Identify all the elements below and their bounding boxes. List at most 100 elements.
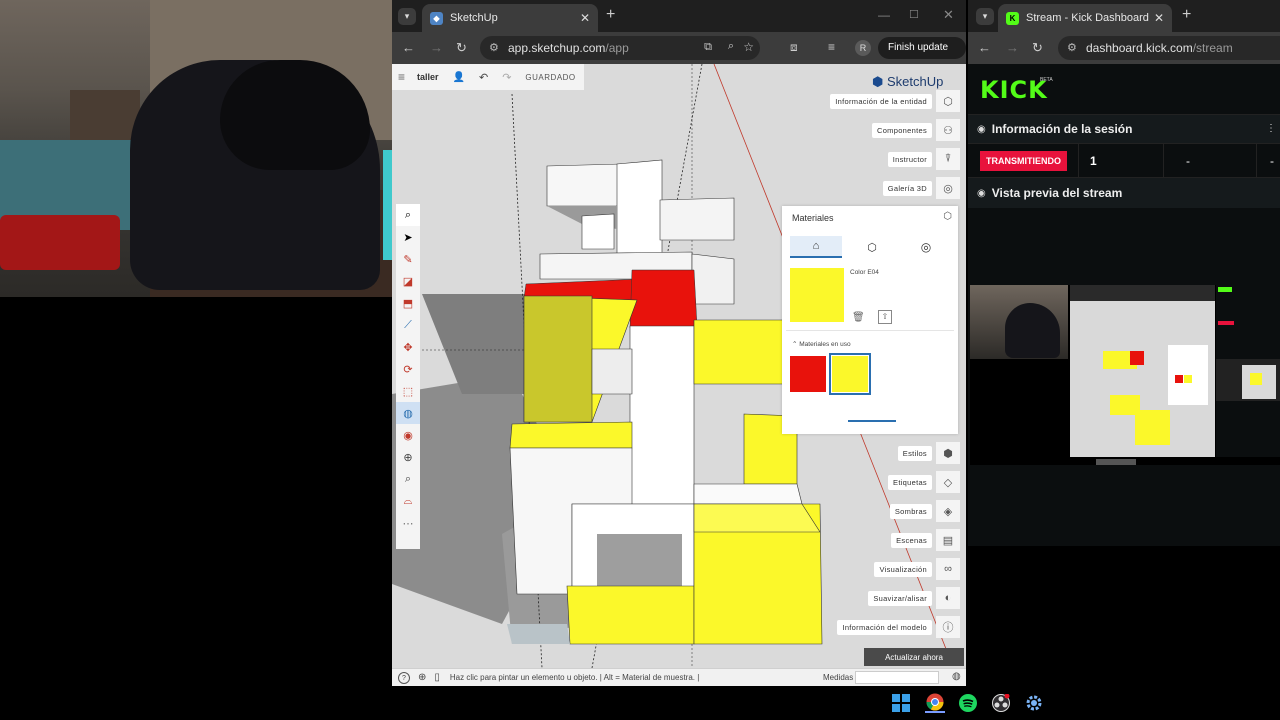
push-pull-tool-icon[interactable]: ⬒ [396,292,420,314]
taskbar [0,686,1280,720]
sketchup-logo-icon: ⬢ [872,74,884,89]
window-close-icon[interactable]: ✕ [943,7,954,23]
tab-kick-dashboard[interactable]: K Stream - Kick Dashboard ✕ [998,4,1172,32]
globe-icon[interactable]: ⊕ [418,672,426,683]
panel-soften[interactable]: Suavizar/alisar ◐ [868,587,960,609]
panel-model-info[interactable]: Información del modelo ⓘ [837,616,960,638]
tab-bar: ▾ ◆ SketchUp ✕ + — ☐ ✕ [392,0,966,32]
search-tool-icon[interactable]: ⌕ [396,204,420,226]
kick-back-icon[interactable]: ← [978,40,991,55]
kick-favicon-icon: K [1006,11,1019,25]
minimize-icon[interactable]: — [878,8,890,22]
new-tab-icon[interactable]: + [606,6,615,24]
panel-styles[interactable]: Estilos ⬢ [897,442,960,464]
tab-title: SketchUp [450,12,498,24]
in-model-tab-icon[interactable]: ⌂ [790,236,842,258]
preview-icon: ◉ [977,187,986,199]
panel-components[interactable]: Componentes ⚇ [872,119,960,141]
material-swatch[interactable] [829,353,871,395]
materials-in-use-header[interactable]: ⌃ Materiales en uso [792,340,851,348]
delete-icon[interactable]: 🗑 [852,312,865,323]
profile-avatar[interactable]: R [855,40,871,56]
kick-logo[interactable]: KICK [980,76,1048,104]
undo-icon[interactable]: ↶ [479,71,488,84]
warehouse-icon: ◎ [936,177,960,199]
stream-preview-video[interactable] [970,285,1280,465]
browse-tab-icon[interactable]: ⬡ [846,236,898,258]
desktop: ▾ ◆ SketchUp ✕ + — ☐ ✕ ← → ↻ ⚙ app.sketc… [0,0,1280,720]
help-icon[interactable]: ? [398,671,410,684]
settings-icon[interactable] [1024,693,1044,713]
more-tools-icon[interactable]: ⋯ [396,512,420,534]
zoom-tool-icon[interactable]: ⌕ [396,468,420,490]
install-app-icon[interactable]: ⧉ [704,41,712,54]
extensions-icon[interactable]: ⧈ [790,40,798,55]
close-kick-tab-icon[interactable]: ✕ [1154,11,1164,25]
live-badge: TRANSMITIENDO [980,150,1067,171]
paint-bucket-icon[interactable]: ◍ [396,402,420,424]
rotate-tool-icon[interactable]: ⟳ [396,358,420,380]
tab-sketchup[interactable]: ◆ SketchUp ✕ [422,4,598,32]
stat-three: - [1270,154,1274,168]
sketchup-viewport[interactable]: ≡ taller 👤 ↶ ↷ GUARDADO ⬢ SketchUp ⌕ ➤ ✎… [392,64,966,668]
menu-icon[interactable]: ≡ [398,70,405,84]
kick-address-bar[interactable]: ⚙ dashboard.kick.com/stream [1058,36,1280,60]
sketchup-logo-text: SketchUp [886,74,944,89]
material-swatch[interactable] [790,356,826,392]
panel-label: Escenas [891,532,932,548]
orbit-tool-icon[interactable]: ⊕ [396,446,420,468]
close-tab-icon[interactable]: ✕ [580,11,590,25]
select-tool-icon[interactable]: ➤ [396,226,420,248]
forward-icon[interactable]: → [430,40,443,55]
chrome-icon[interactable] [925,693,945,713]
share-user-icon[interactable]: 👤 [453,72,465,83]
scale-tool-icon[interactable]: ⬚ [396,380,420,402]
kick-forward-icon[interactable]: → [1006,40,1019,55]
kick-new-tab-icon[interactable]: + [1182,6,1191,24]
project-name[interactable]: taller [417,72,439,82]
kick-address-toolbar: ← → ↻ ⚙ dashboard.kick.com/stream [968,32,1280,64]
session-info-header: ◉ Información de la sesión ⋮ [968,114,1280,144]
reload-icon[interactable]: ↻ [456,40,467,56]
measures-input[interactable] [855,671,939,684]
finish-update-label: Finish update [888,42,949,53]
site-settings-icon[interactable]: ⚙ [489,41,499,54]
redo-icon[interactable]: ↷ [502,71,511,84]
tape-measure-icon[interactable]: ⟋ [396,314,420,336]
tags-icon: ◇ [936,471,960,493]
tag-tool-icon[interactable]: ◉ [396,424,420,446]
pencil-tool-icon[interactable]: ✎ [396,248,420,270]
measure-unit-icon[interactable]: ◍ [952,671,961,682]
eraser-tool-icon[interactable]: ◪ [396,270,420,292]
panel-tags[interactable]: Etiquetas ◇ [888,471,960,493]
panel-display[interactable]: Visualización ∞ [874,558,960,580]
panel-collapse-icon[interactable]: ⬡ [943,211,952,222]
kebab-menu-icon[interactable]: ⋮ [1266,123,1276,134]
kick-reload-icon[interactable]: ↻ [1032,40,1043,56]
address-bar[interactable]: ⚙ app.sketchup.com/app ⧉ ⌕ ☆ [480,36,760,60]
kick-site-settings-icon[interactable]: ⚙ [1067,41,1077,54]
export-icon[interactable]: ⇧ [878,310,892,324]
section-plane-icon[interactable]: ⌓ [396,490,420,512]
address-toolbar: ← → ↻ ⚙ app.sketchup.com/app ⧉ ⌕ ☆ ⧈ ≡ R… [392,32,966,75]
panel-scenes[interactable]: Escenas ▤ [891,529,960,551]
maximize-icon[interactable]: ☐ [909,8,919,21]
spotify-icon[interactable] [958,693,978,713]
obs-icon[interactable] [991,693,1011,713]
tab-search-button[interactable]: ▾ [398,8,416,25]
panel-3d-warehouse[interactable]: Galería 3D ◎ [882,177,960,199]
warehouse-tab-icon[interactable]: ◎ [900,236,952,258]
back-icon[interactable]: ← [402,40,415,55]
windows-start-icon[interactable] [891,693,911,713]
kick-tab-search-button[interactable]: ▾ [976,8,994,25]
panel-shadows[interactable]: Sombras ◈ [889,500,960,522]
finish-update-button[interactable]: Finish update ⋮ [878,37,966,75]
zoom-icon[interactable]: ⌕ [728,40,734,53]
panel-entity-info[interactable]: Información de la entidad ⬡ [830,90,960,112]
panel-instructor[interactable]: Instructor ⍒ [887,148,960,170]
move-tool-icon[interactable]: ✥ [396,336,420,358]
panel-label: Instructor [887,151,932,167]
reading-list-icon[interactable]: ≡ [828,40,835,54]
update-now-button[interactable]: Actualizar ahora [864,648,964,666]
bookmark-star-icon[interactable]: ☆ [743,40,754,54]
